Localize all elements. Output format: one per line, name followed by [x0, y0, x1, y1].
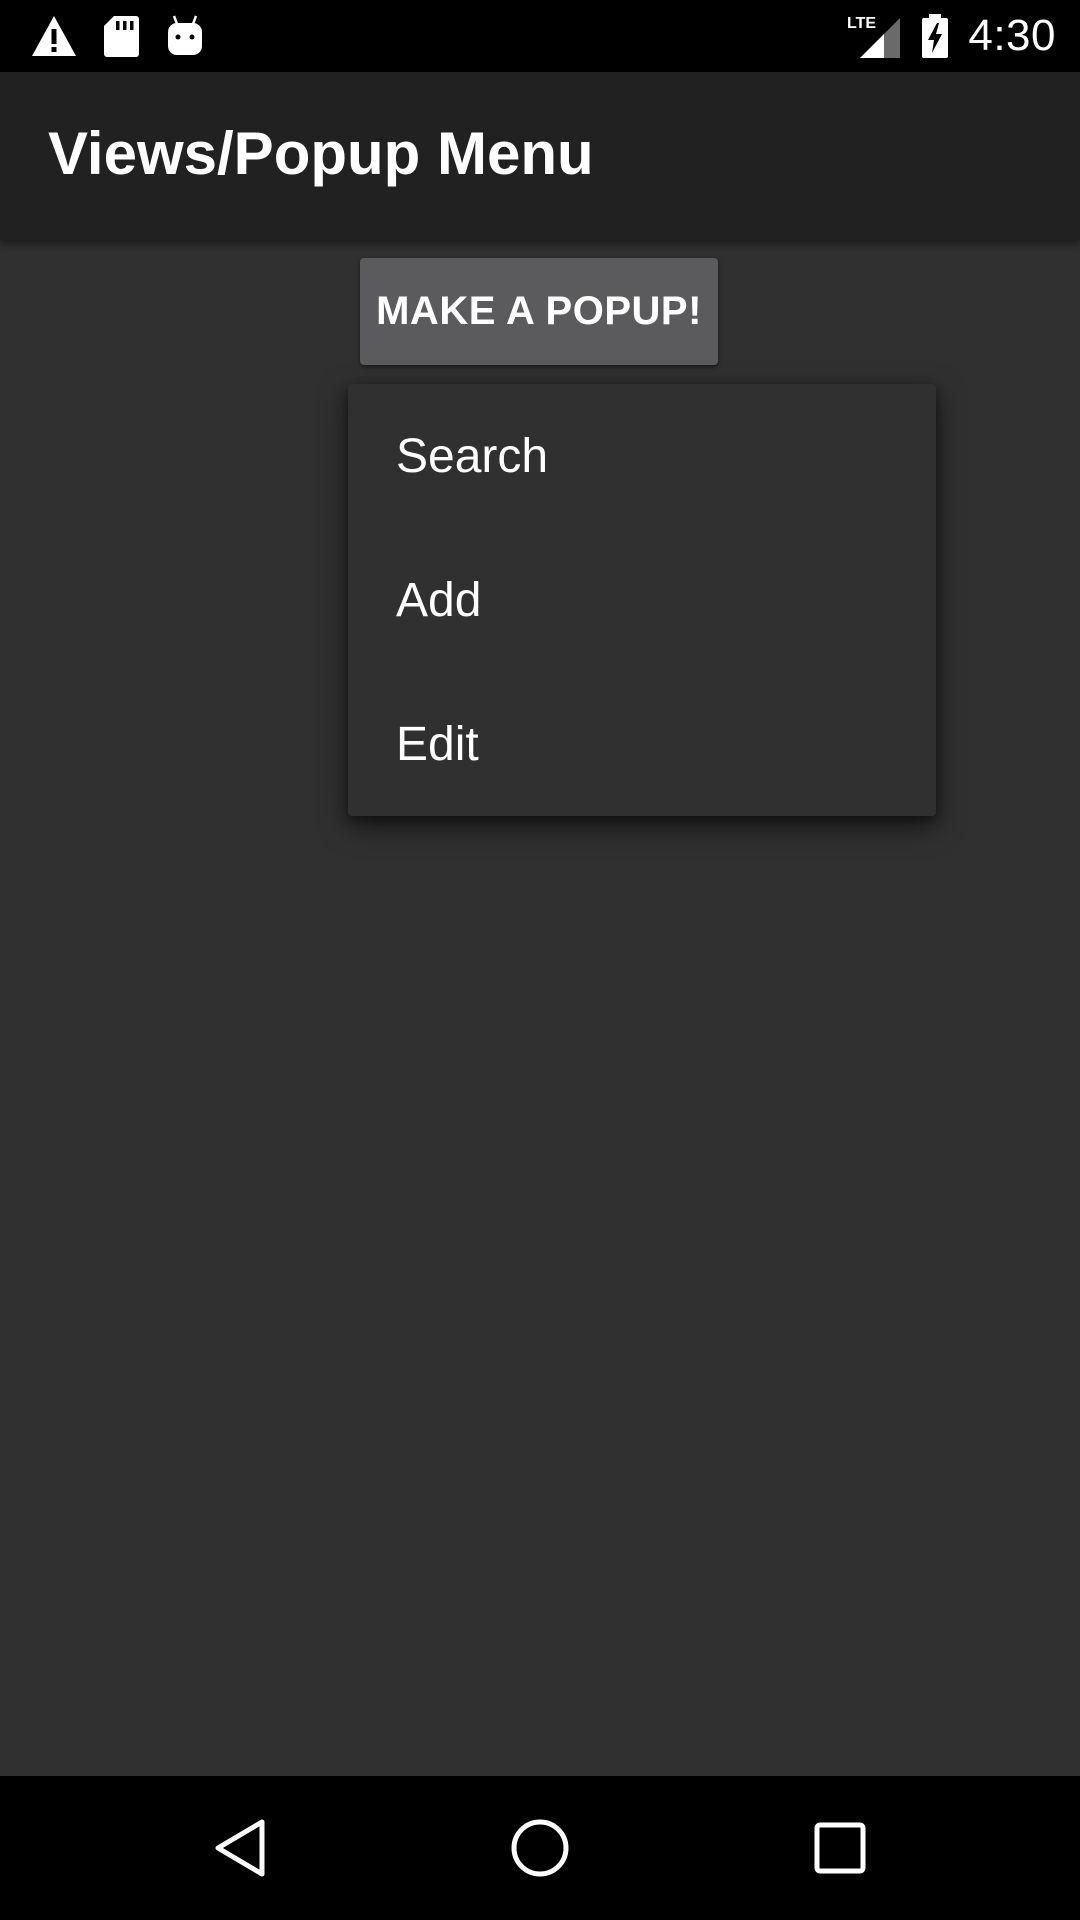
warning-icon [30, 14, 78, 58]
make-popup-button[interactable]: MAKE A POPUP! [360, 258, 718, 365]
status-time: 4:30 [968, 11, 1056, 60]
android-debug-icon [164, 14, 206, 58]
recents-icon [814, 1822, 866, 1874]
battery-charging-icon [920, 13, 950, 59]
popup-menu: Search Add Edit [348, 384, 936, 816]
navigation-bar [0, 1776, 1080, 1920]
recents-button[interactable] [804, 1812, 876, 1884]
menu-item-edit[interactable]: Edit [348, 672, 936, 816]
back-button[interactable] [204, 1812, 276, 1884]
sd-card-icon [102, 14, 140, 58]
app-bar: Views/Popup Menu [0, 72, 1080, 240]
lte-signal-icon: LTE [846, 12, 902, 60]
menu-item-add[interactable]: Add [348, 528, 936, 672]
screen: LTE 4:30 Views/Popup Menu MAKE A POPUP! … [0, 0, 1080, 1920]
menu-item-label: Add [396, 573, 482, 627]
status-bar: LTE 4:30 [0, 0, 1080, 72]
status-system-icons: LTE 4:30 [846, 8, 1056, 64]
home-icon [511, 1819, 569, 1877]
home-button[interactable] [504, 1812, 576, 1884]
status-notifications [30, 10, 206, 62]
menu-item-label: Edit [396, 717, 479, 771]
page-title: Views/Popup Menu [48, 120, 594, 187]
back-icon [215, 1819, 265, 1877]
menu-item-label: Search [396, 429, 549, 483]
menu-item-search[interactable]: Search [348, 384, 936, 528]
network-label: LTE [847, 15, 876, 32]
